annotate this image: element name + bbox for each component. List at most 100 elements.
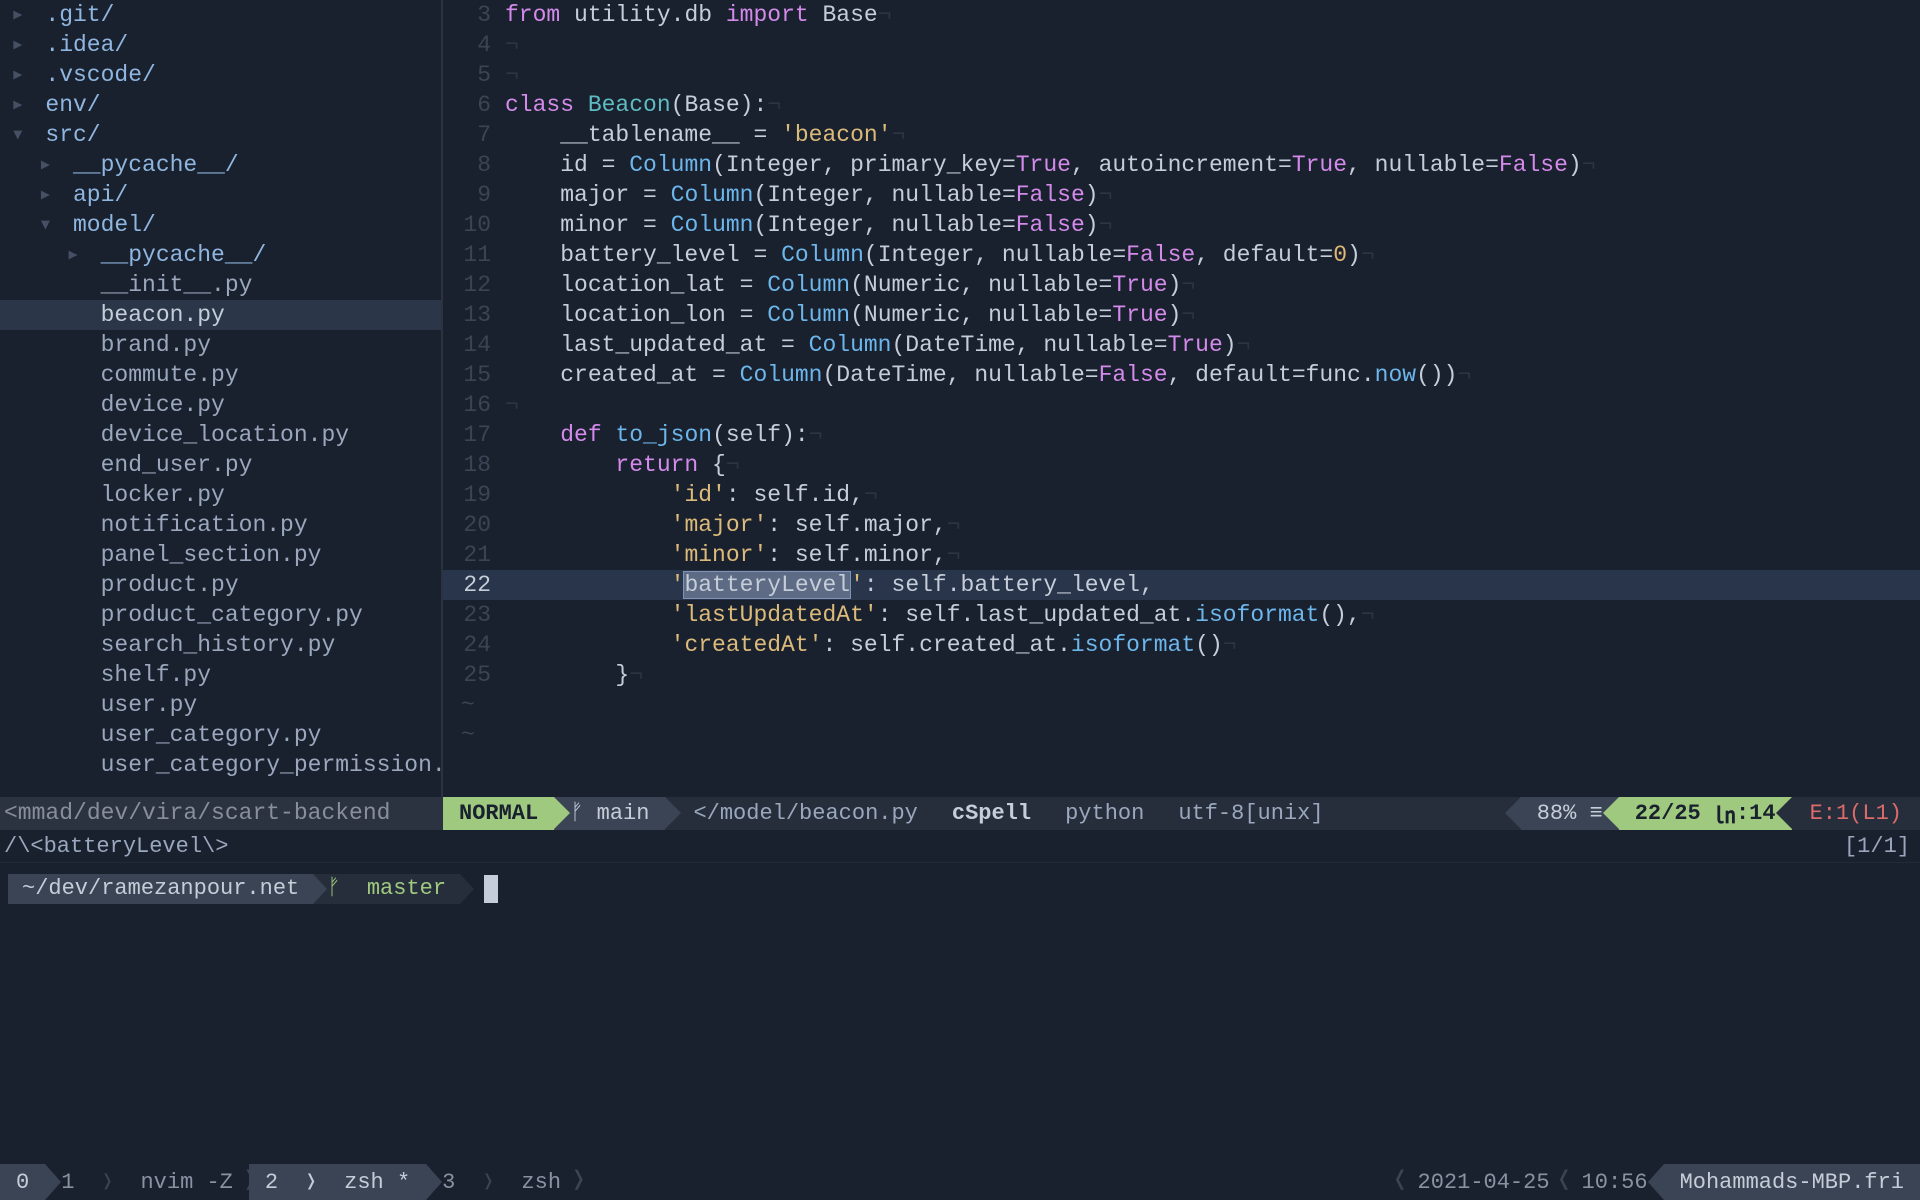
status-middle: </model/beacon.py cSpell python utf-8[un… (665, 797, 1520, 830)
tree-dir-item[interactable]: ▸ .vscode/ (0, 60, 441, 90)
line-number: 17 (443, 420, 505, 450)
code-text: created_at = Column(DateTime, nullable=F… (505, 360, 1920, 390)
tmux-session[interactable]: 0 (0, 1164, 45, 1200)
tree-file-item[interactable]: device.py (0, 390, 441, 420)
tree-arrow-icon (59, 750, 87, 780)
tree-arrow-icon (59, 720, 87, 750)
eof-marker: ~ (443, 690, 1920, 720)
code-line[interactable]: 15 created_at = Column(DateTime, nullabl… (443, 360, 1920, 390)
tree-file-item[interactable]: locker.py (0, 480, 441, 510)
tree-dir-item[interactable]: ▾ model/ (0, 210, 441, 240)
code-line[interactable]: 11 battery_level = Column(Integer, nulla… (443, 240, 1920, 270)
tree-file-item[interactable]: brand.py (0, 330, 441, 360)
code-line[interactable]: 12 location_lat = Column(Numeric, nullab… (443, 270, 1920, 300)
code-line[interactable]: 6class Beacon(Base):¬ (443, 90, 1920, 120)
code-line[interactable]: 24 'createdAt': self.created_at.isoforma… (443, 630, 1920, 660)
tree-file-item[interactable]: commute.py (0, 360, 441, 390)
code-line[interactable]: 16¬ (443, 390, 1920, 420)
tree-file-item[interactable]: panel_section.py (0, 540, 441, 570)
tree-file-item[interactable]: user_category.py (0, 720, 441, 750)
tree-file-item[interactable]: device_location.py (0, 420, 441, 450)
code-line[interactable]: 20 'major': self.major,¬ (443, 510, 1920, 540)
code-line[interactable]: 7 __tablename__ = 'beacon'¬ (443, 120, 1920, 150)
code-text: ¬ (505, 390, 1920, 420)
tree-arrow-icon (59, 300, 87, 330)
line-number: 11 (443, 240, 505, 270)
code-line[interactable]: 22 'batteryLevel': self.battery_level, (443, 570, 1920, 600)
tree-arrow-icon (59, 510, 87, 540)
tree-file-item[interactable]: end_user.py (0, 450, 441, 480)
search-pattern: /\<batteryLevel\> (4, 830, 228, 862)
tmux-date: 2021-04-25 (1402, 1164, 1566, 1200)
code-line[interactable]: 9 major = Column(Integer, nullable=False… (443, 180, 1920, 210)
tmux-window[interactable]: 2 ❭ zsh * (249, 1164, 426, 1200)
lint-error-count: E:1(L1) (1792, 797, 1920, 830)
line-number: 18 (443, 450, 505, 480)
code-text: last_updated_at = Column(DateTime, nulla… (505, 330, 1920, 360)
sidebar-status-path: <mmad/dev/vira/scart-backend (0, 797, 441, 830)
tree-file-item[interactable]: __init__.py (0, 270, 441, 300)
tree-dir-item[interactable]: ▸ __pycache__/ (0, 150, 441, 180)
code-line[interactable]: 8 id = Column(Integer, primary_key=True,… (443, 150, 1920, 180)
tree-file-item[interactable]: user.py (0, 690, 441, 720)
tree-dir-item[interactable]: ▸ .git/ (0, 0, 441, 30)
code-text: return {¬ (505, 450, 1920, 480)
tree-file-item[interactable]: shelf.py (0, 660, 441, 690)
code-line[interactable]: 17 def to_json(self):¬ (443, 420, 1920, 450)
line-number: 24 (443, 630, 505, 660)
code-line[interactable]: 21 'minor': self.minor,¬ (443, 540, 1920, 570)
tmux-window[interactable]: 3 ❭ zsh (426, 1164, 577, 1200)
tree-arrow-icon (59, 660, 87, 690)
line-number: 25 (443, 660, 505, 690)
code-text: 'major': self.major,¬ (505, 510, 1920, 540)
mode-indicator: NORMAL (443, 797, 554, 830)
code-line[interactable]: 5¬ (443, 60, 1920, 90)
tree-file-item[interactable]: search_history.py (0, 630, 441, 660)
tree-arrow-icon (59, 690, 87, 720)
tree-arrow-icon: ▸ (4, 90, 32, 120)
tree-dir-item[interactable]: ▸ __pycache__/ (0, 240, 441, 270)
tree-arrow-icon (59, 360, 87, 390)
cursor-position: 22/25 ㏑:14 (1619, 797, 1792, 830)
tree-dir-item[interactable]: ▸ api/ (0, 180, 441, 210)
vim-search-line[interactable]: /\<batteryLevel\> [1/1] (0, 830, 1920, 863)
terminal-pane[interactable]: ~/dev/ramezanpour.net ᚠ master (0, 863, 1920, 1164)
code-line[interactable]: 13 location_lon = Column(Numeric, nullab… (443, 300, 1920, 330)
code-text: 'createdAt': self.created_at.isoformat()… (505, 630, 1920, 660)
code-line[interactable]: 18 return {¬ (443, 450, 1920, 480)
code-line[interactable]: 10 minor = Column(Integer, nullable=Fals… (443, 210, 1920, 240)
tree-file-item[interactable]: user_category_permission. (0, 750, 441, 780)
tmux-window[interactable]: 1 ❭ nvim -Z (45, 1164, 249, 1200)
code-line[interactable]: 4¬ (443, 30, 1920, 60)
code-line[interactable]: 14 last_updated_at = Column(DateTime, nu… (443, 330, 1920, 360)
line-number: 15 (443, 360, 505, 390)
code-line[interactable]: 23 'lastUpdatedAt': self.last_updated_at… (443, 600, 1920, 630)
code-text: 'batteryLevel': self.battery_level, (505, 570, 1920, 600)
code-text: ¬ (505, 60, 1920, 90)
tree-dir-item[interactable]: ▸ .idea/ (0, 30, 441, 60)
code-line[interactable]: 3from utility.db import Base¬ (443, 0, 1920, 30)
tree-arrow-icon: ▸ (4, 60, 32, 90)
file-tree-sidebar[interactable]: ▸ .git/▸ .idea/▸ .vscode/▸ env/▾ src/ ▸ … (0, 0, 443, 830)
tree-arrow-icon: ▾ (4, 120, 32, 150)
code-line[interactable]: 19 'id': self.id,¬ (443, 480, 1920, 510)
line-number: 19 (443, 480, 505, 510)
tree-file-item[interactable]: beacon.py (0, 300, 441, 330)
code-text: location_lat = Column(Numeric, nullable=… (505, 270, 1920, 300)
tree-file-item[interactable]: product.py (0, 570, 441, 600)
tree-arrow-icon (59, 420, 87, 450)
tree-arrow-icon (59, 450, 87, 480)
encoding-indicator: utf-8[unix] (1178, 801, 1323, 826)
line-number: 3 (443, 0, 505, 30)
tree-file-item[interactable]: notification.py (0, 510, 441, 540)
tree-arrow-icon (59, 270, 87, 300)
tree-file-item[interactable]: product_category.py (0, 600, 441, 630)
tree-arrow-icon: ▸ (4, 30, 32, 60)
line-number: 4 (443, 30, 505, 60)
code-line[interactable]: 25 }¬ (443, 660, 1920, 690)
tree-dir-item[interactable]: ▸ env/ (0, 90, 441, 120)
prompt-path: ~/dev/ramezanpour.net (8, 874, 313, 904)
code-editor[interactable]: 3from utility.db import Base¬4¬5¬6class … (443, 0, 1920, 830)
tree-dir-item[interactable]: ▾ src/ (0, 120, 441, 150)
code-text: 'lastUpdatedAt': self.last_updated_at.is… (505, 600, 1920, 630)
